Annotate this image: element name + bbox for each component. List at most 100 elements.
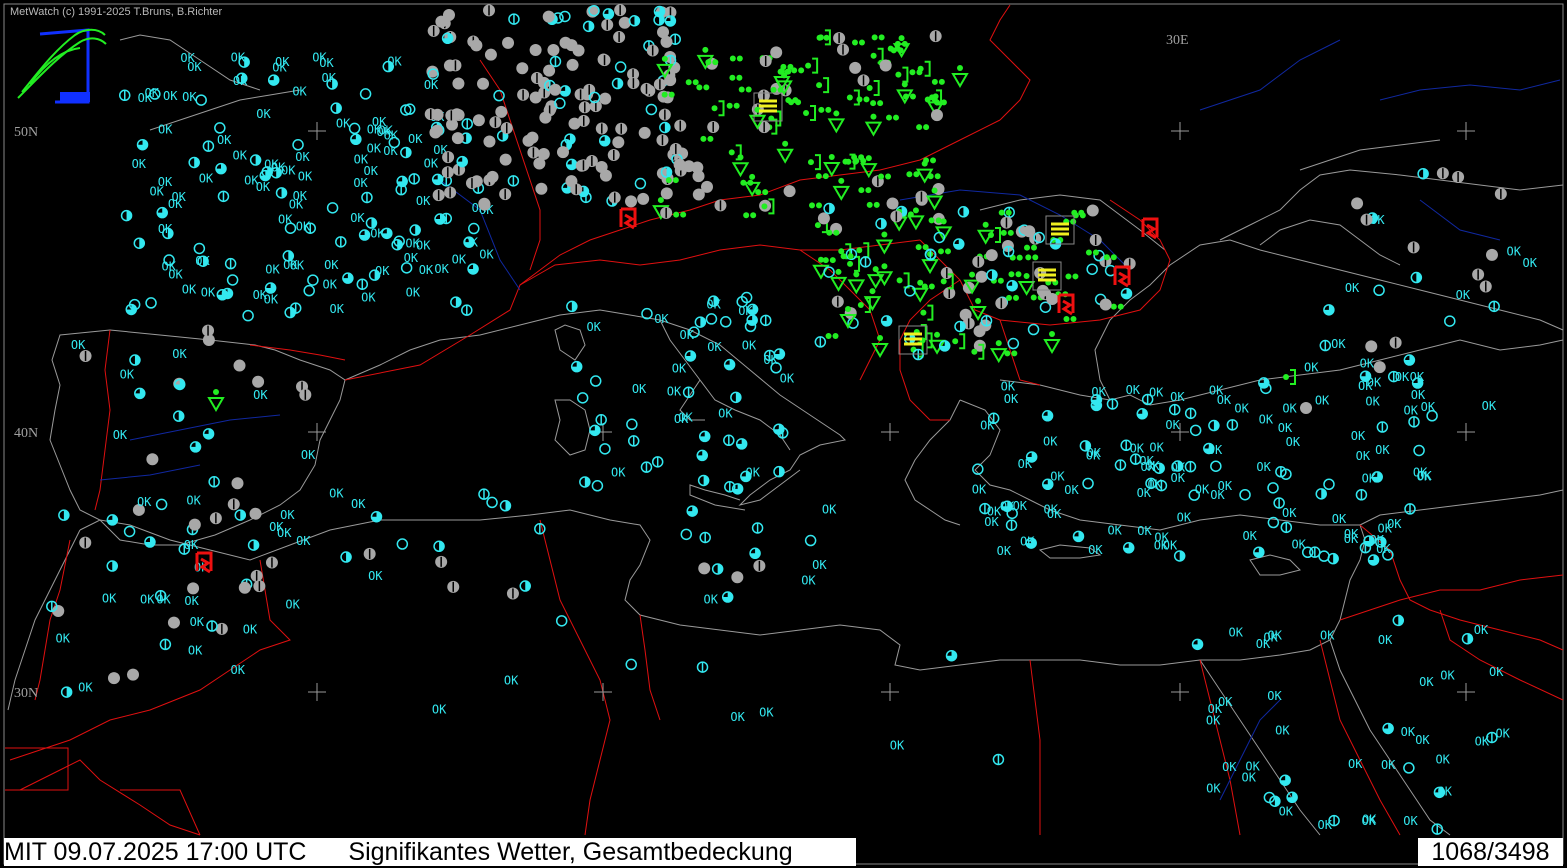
ok-label: OK [674, 412, 689, 426]
ok-label: OK [434, 262, 449, 276]
overcast-disc-icon [472, 114, 485, 127]
cloud-cover-circle-icon [441, 32, 454, 45]
ok-label: OK [231, 663, 246, 677]
overcast-disc-icon [638, 126, 651, 139]
weather-map[interactable]: 50N 40N 30N 30E OK OK OK OK OK OK OK OK OK OK OK OK… [0, 0, 1567, 868]
overcast-disc-icon [1360, 213, 1373, 226]
overcast-disc-icon [669, 142, 682, 155]
ok-label: OK [611, 465, 626, 479]
ok-label: OK [1351, 429, 1366, 443]
overcast-disc-icon [1351, 197, 1364, 210]
ok-label: OK [1064, 483, 1079, 497]
cloud-cover-circle-icon [1090, 394, 1103, 406]
ok-label: OK [1001, 379, 1016, 393]
overcast-disc-icon [1452, 171, 1465, 184]
cloud-cover-circle-icon [216, 289, 229, 301]
ok-label: OK [1440, 669, 1455, 683]
ok-label: OK [1170, 390, 1185, 404]
overcast-disc-icon [674, 119, 687, 132]
ok-label: OK [1282, 402, 1297, 416]
ok-label: OK [184, 594, 199, 608]
ok-label: OK [1088, 543, 1103, 557]
ok-label: OK [1403, 403, 1418, 417]
cloud-cover-circle-icon [1122, 542, 1135, 554]
ok-label: OK [137, 495, 152, 509]
overcast-disc-icon [653, 78, 666, 91]
ok-label: OK [1495, 727, 1510, 741]
cloud-cover-circle-icon [1203, 442, 1215, 455]
ok-label: OK [290, 258, 305, 272]
overcast-disc-icon [572, 44, 585, 57]
ok-label: OK [1209, 383, 1224, 397]
cloud-cover-circle-icon [1041, 410, 1054, 422]
overcast-disc-icon [1407, 241, 1420, 254]
cloud-cover-circle-icon [358, 229, 371, 241]
overcast-disc-icon [299, 388, 312, 401]
overcast-disc-icon [542, 10, 555, 23]
overcast-disc-icon [608, 191, 621, 204]
cloud-cover-circle-icon [1042, 478, 1054, 491]
overcast-disc-icon [227, 498, 240, 511]
cloud-cover-circle-icon [144, 536, 156, 548]
overcast-disc-icon [759, 55, 772, 68]
overcast-disc-icon [253, 580, 266, 593]
overcast-disc-icon [499, 188, 512, 201]
overcast-disc-icon [607, 148, 620, 161]
overcast-disc-icon [570, 183, 583, 196]
overcast-disc-icon [836, 43, 849, 56]
ok-label: OK [1279, 804, 1294, 818]
overcast-disc-icon [478, 198, 491, 211]
cloud-cover-circle-icon [684, 350, 697, 362]
overcast-disc-icon [543, 64, 556, 77]
overcast-disc-icon [188, 518, 201, 531]
ok-label: OK [217, 133, 232, 147]
overcast-disc-icon [886, 197, 899, 210]
ok-label: OK [1234, 402, 1249, 416]
cloud-cover-circle-icon [1006, 279, 1018, 292]
overcast-disc-icon [975, 270, 988, 283]
ok-label: OK [1456, 288, 1471, 302]
lat-label-40n: 40N [14, 426, 38, 441]
ok-label: OK [997, 544, 1012, 558]
overcast-disc-icon [516, 62, 529, 75]
cloud-cover-circle-icon [1367, 554, 1380, 566]
footer-datetime: MIT 09.07.2025 17:00 UTC [4, 838, 307, 866]
overcast-disc-icon [231, 477, 244, 490]
ok-label: OK [232, 148, 247, 162]
ok-label: OK [1320, 628, 1335, 642]
overcast-disc-icon [1472, 268, 1485, 281]
overcast-disc-icon [656, 134, 669, 147]
cloud-cover-circle-icon [698, 430, 711, 443]
ok-label: OK [184, 538, 199, 552]
overcast-disc-icon [126, 668, 139, 681]
cloud-cover-circle-icon [1403, 354, 1416, 366]
overcast-disc-icon [646, 44, 659, 57]
cloud-cover-circle-icon [570, 360, 583, 373]
cloud-cover-circle-icon [565, 158, 578, 171]
ok-label: OK [738, 304, 753, 318]
cloud-cover-circle-icon [134, 387, 146, 400]
ok-label: OK [350, 211, 365, 225]
overcast-disc-icon [495, 105, 508, 118]
cloud-cover-circle-icon [664, 15, 677, 27]
ok-label: OK [408, 132, 423, 146]
cloud-cover-circle-icon [1371, 471, 1383, 483]
overcast-disc-icon [599, 92, 612, 105]
ok-label: OK [1410, 370, 1425, 384]
ok-label: OK [1401, 725, 1416, 739]
ok-label: OK [376, 125, 391, 139]
overcast-disc-icon [441, 166, 454, 179]
overcast-disc-icon [445, 109, 458, 122]
overcast-disc-icon [660, 206, 673, 219]
cloud-cover-circle-icon [1072, 530, 1085, 543]
ok-label: OK [1435, 753, 1450, 767]
overcast-disc-icon [517, 88, 530, 101]
ok-label: OK [1107, 523, 1122, 537]
ok-label: OK [1332, 512, 1347, 526]
ok-label: OK [1489, 665, 1504, 679]
overcast-disc-icon [614, 4, 627, 17]
ok-label: OK [353, 176, 368, 190]
overcast-disc-icon [444, 186, 457, 199]
ok-label: OK [168, 268, 183, 282]
overcast-disc-icon [187, 582, 200, 595]
